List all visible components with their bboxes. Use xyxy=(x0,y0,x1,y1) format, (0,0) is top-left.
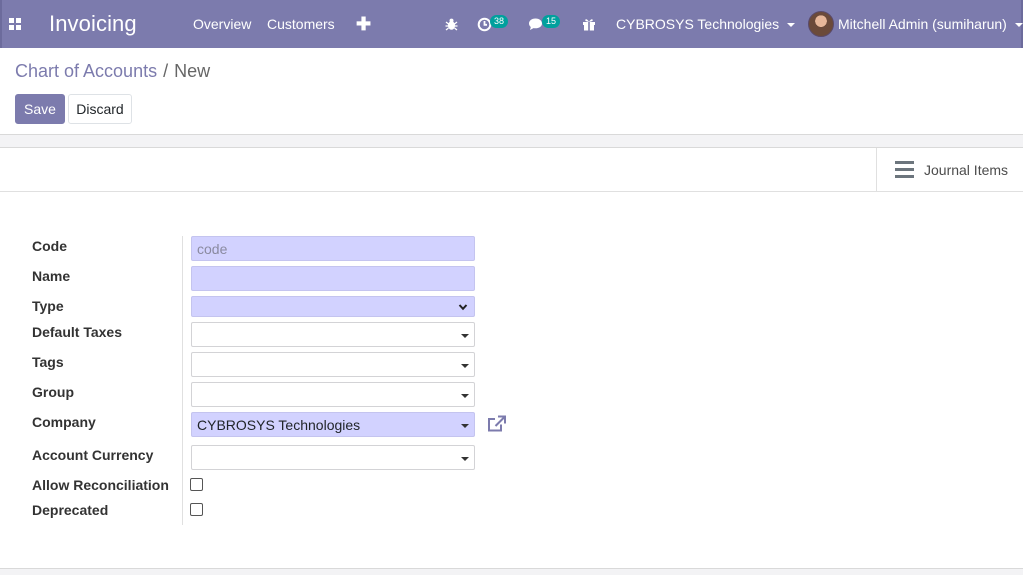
caret-down-icon xyxy=(461,334,469,338)
account-currency-label: Account Currency xyxy=(32,447,154,463)
allow-reconciliation-checkbox[interactable] xyxy=(190,478,203,491)
sheet-bottom-separator xyxy=(0,568,1023,575)
deprecated-checkbox[interactable] xyxy=(190,503,203,516)
breadcrumb-current: New xyxy=(174,61,211,81)
breadcrumb: Chart of Accounts / New xyxy=(15,61,210,82)
form-label-divider xyxy=(182,236,183,525)
journal-items-button[interactable]: Journal Items xyxy=(876,148,1023,191)
discard-button[interactable]: Discard xyxy=(68,94,132,124)
company-name: CYBROSYS Technologies xyxy=(616,16,780,32)
user-menu[interactable]: Mitchell Admin (sumiharun) xyxy=(808,0,1023,48)
caret-down-icon xyxy=(461,424,469,428)
add-menu-icon[interactable]: ✚ xyxy=(356,0,371,48)
tags-input[interactable] xyxy=(191,352,475,377)
breadcrumb-parent[interactable]: Chart of Accounts xyxy=(15,61,157,81)
allow-reconciliation-label: Allow Reconciliation xyxy=(32,477,169,493)
content-separator xyxy=(0,134,1023,148)
deprecated-label: Deprecated xyxy=(32,502,109,518)
type-label: Type xyxy=(32,298,64,314)
chat-icon[interactable] xyxy=(528,0,543,48)
activity-count-badge: 38 xyxy=(490,15,509,28)
name-label: Name xyxy=(32,268,71,284)
chevron-down-icon xyxy=(458,304,468,311)
app-brand[interactable]: Invoicing xyxy=(49,0,137,48)
default-taxes-input[interactable] xyxy=(191,322,475,347)
menu-overview[interactable]: Overview xyxy=(193,0,251,48)
account-currency-input[interactable] xyxy=(191,445,475,470)
list-icon xyxy=(895,161,914,178)
journal-items-label: Journal Items xyxy=(924,161,1009,178)
caret-down-icon xyxy=(461,364,469,368)
caret-down-icon xyxy=(461,394,469,398)
name-input[interactable] xyxy=(191,266,475,291)
message-count-badge: 15 xyxy=(542,15,561,28)
top-navbar: Invoicing Overview Customers ✚ 38 15 CYB… xyxy=(0,0,1023,48)
button-box xyxy=(0,147,1023,192)
code-input[interactable] xyxy=(191,236,475,261)
menu-customers[interactable]: Customers xyxy=(267,0,335,48)
company-switcher[interactable]: CYBROSYS Technologies xyxy=(616,0,796,48)
group-label: Group xyxy=(32,384,74,400)
tags-label: Tags xyxy=(32,354,64,370)
company-input[interactable]: CYBROSYS Technologies xyxy=(191,412,475,437)
chevron-down-icon xyxy=(1014,23,1023,27)
company-label: Company xyxy=(32,414,96,430)
apps-grid-icon[interactable] xyxy=(9,0,25,48)
gift-icon[interactable] xyxy=(582,0,596,48)
company-value: CYBROSYS Technologies xyxy=(197,416,361,433)
chevron-down-icon xyxy=(787,23,796,27)
bug-icon[interactable] xyxy=(445,0,458,48)
user-name: Mitchell Admin (sumiharun) xyxy=(838,16,1007,32)
type-select[interactable] xyxy=(191,296,475,317)
group-input[interactable] xyxy=(191,382,475,407)
code-label: Code xyxy=(32,238,67,254)
caret-down-icon xyxy=(461,457,469,461)
breadcrumb-separator: / xyxy=(163,61,169,81)
default-taxes-label: Default Taxes xyxy=(32,324,122,340)
save-button[interactable]: Save xyxy=(15,94,65,124)
avatar xyxy=(808,11,834,37)
external-link-icon[interactable] xyxy=(487,415,507,433)
